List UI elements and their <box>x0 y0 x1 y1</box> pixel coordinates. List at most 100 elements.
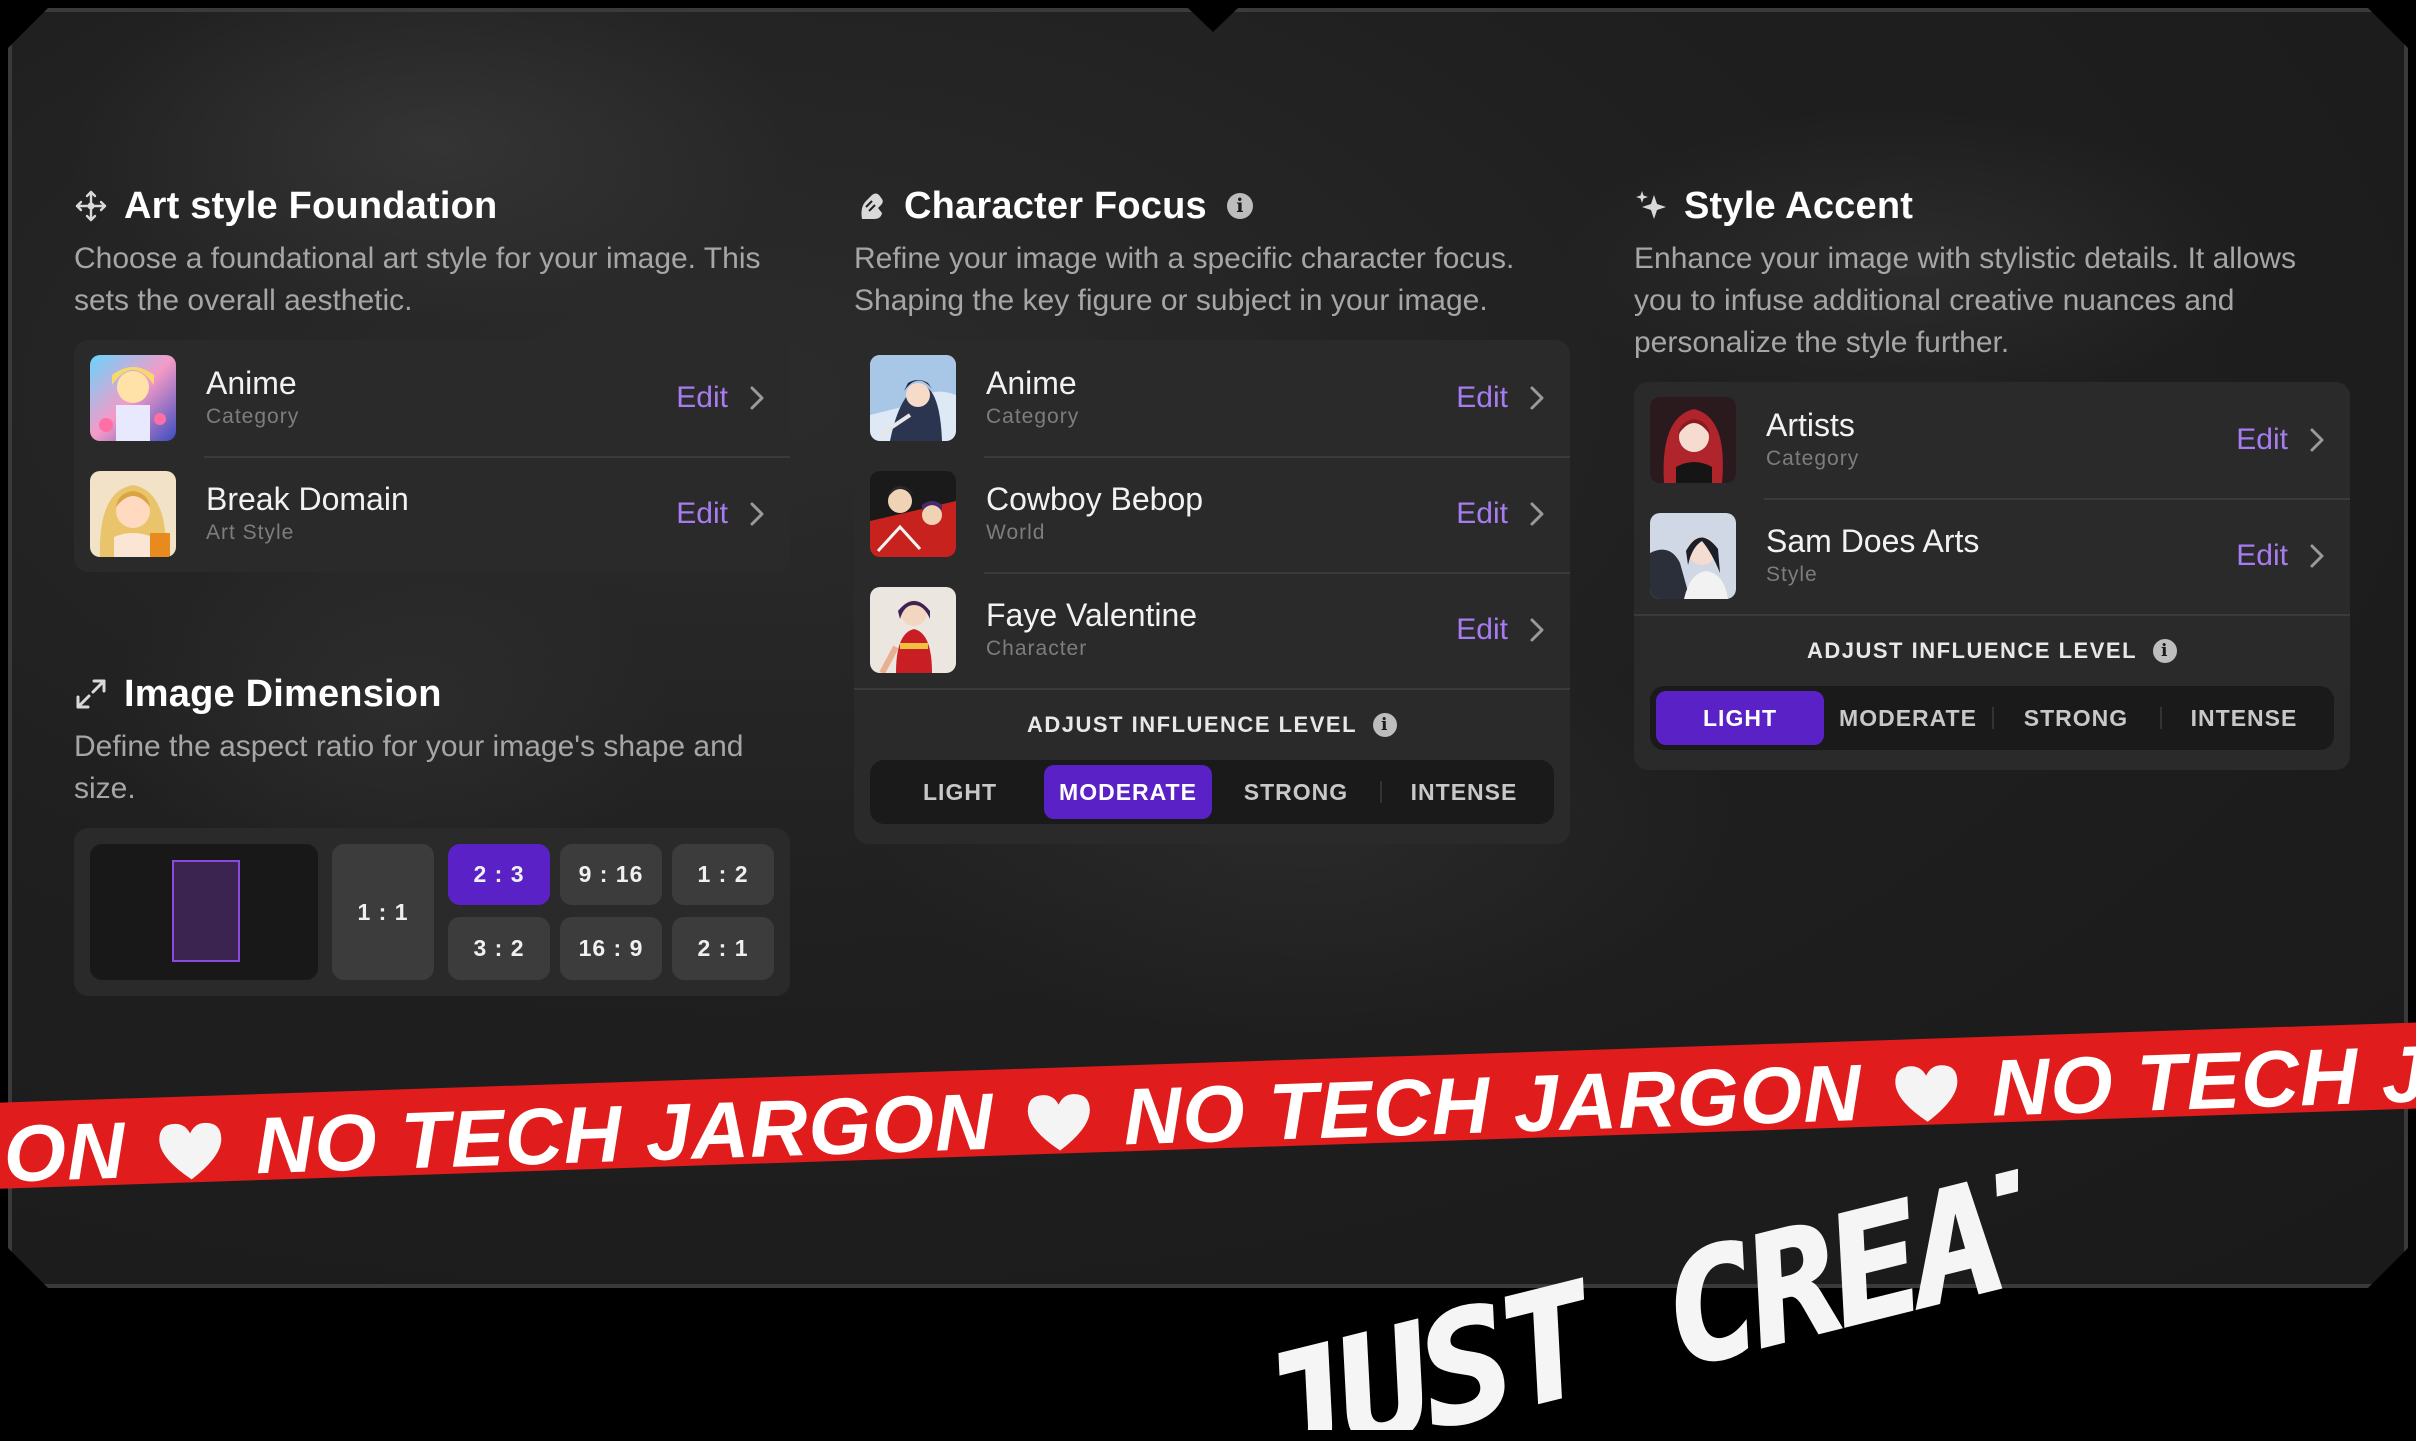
influence-label: ADJUST INFLUENCE LEVEL i <box>870 712 1554 738</box>
ratio-option[interactable]: 9 : 16 <box>560 844 662 905</box>
influence-option-moderate[interactable]: MODERATE <box>1824 691 1992 745</box>
list-item[interactable]: Artists Category Edit <box>1634 382 2350 498</box>
influence-option-light[interactable]: LIGHT <box>1656 691 1824 745</box>
heart-icon <box>154 1109 226 1180</box>
ratio-option[interactable]: 2 : 1 <box>672 917 774 980</box>
section-description: Enhance your image with stylistic detail… <box>1634 242 2296 359</box>
break-domain-thumbnail <box>90 471 176 557</box>
influence-segmented-control: LIGHT MODERATE STRONG INTENSE <box>1650 686 2334 750</box>
item-subtitle: Art Style <box>206 521 295 544</box>
ratio-option[interactable]: 16 : 9 <box>560 917 662 980</box>
art-style-header: Art style Foundation <box>74 176 790 236</box>
item-title: Anime <box>206 365 297 401</box>
chevron-right-icon[interactable] <box>1526 499 1548 529</box>
anime-thumbnail <box>870 355 956 441</box>
item-subtitle: Category <box>1766 447 1860 470</box>
influence-option-light[interactable]: LIGHT <box>876 765 1044 819</box>
influence-option-intense[interactable]: INTENSE <box>2160 691 2328 745</box>
heart-icon <box>1890 1052 1962 1122</box>
influence-option-moderate[interactable]: MODERATE <box>1044 765 1212 819</box>
character-focus-section: Character Focus i Refine your image with… <box>854 176 1570 844</box>
item-title: Artists <box>1766 407 1855 443</box>
ratio-option-selected[interactable]: 2 : 3 <box>448 844 550 905</box>
list-item[interactable]: Faye Valentine Character Edit <box>854 572 1570 688</box>
banner-segment: RGON <box>0 1105 128 1190</box>
ratio-preview-shape <box>172 860 240 962</box>
expand-diagonal-icon <box>74 677 108 711</box>
chevron-right-icon[interactable] <box>746 383 768 413</box>
item-title: Cowboy Bebop <box>986 481 1204 517</box>
ratio-option[interactable]: 1 : 1 <box>332 844 434 980</box>
influence-option-strong[interactable]: STRONG <box>1992 691 2160 745</box>
influence-label: ADJUST INFLUENCE LEVEL i <box>1650 638 2334 664</box>
item-title: Faye Valentine <box>986 597 1198 633</box>
heart-icon <box>1022 1080 1094 1151</box>
character-focus-header: Character Focus i <box>854 176 1570 236</box>
art-style-card: Anime Category Edit Break Domain Art Sty… <box>74 340 790 572</box>
just-creativity-tagline: JUST CREATIVITY <box>1234 1150 2018 1430</box>
artists-thumbnail <box>1650 397 1736 483</box>
section-title: Image Dimension <box>124 672 442 715</box>
list-item[interactable]: Anime Category Edit <box>74 340 790 456</box>
section-description: Refine your image with a specific charac… <box>854 242 1515 317</box>
info-icon[interactable]: i <box>2153 639 2178 663</box>
list-item[interactable]: Sam Does Arts Style Edit <box>1634 498 2350 614</box>
sparkle-icon <box>1634 189 1668 223</box>
section-description: Define the aspect ratio for your image's… <box>74 730 744 805</box>
section-title: Style Accent <box>1684 184 1914 227</box>
ratio-option[interactable]: 1 : 2 <box>672 844 774 905</box>
edit-link[interactable]: Edit <box>1456 613 1508 647</box>
section-title: Art style Foundation <box>124 184 498 227</box>
info-icon[interactable]: i <box>1373 713 1398 737</box>
cowboy-bebop-thumbnail <box>870 471 956 557</box>
item-subtitle: Style <box>1766 563 1818 586</box>
edit-link[interactable]: Edit <box>2236 539 2288 573</box>
sam-does-arts-thumbnail <box>1650 513 1736 599</box>
faye-valentine-thumbnail <box>870 587 956 673</box>
edit-link[interactable]: Edit <box>1456 497 1508 531</box>
influence-option-strong[interactable]: STRONG <box>1212 765 1380 819</box>
list-item[interactable]: Cowboy Bebop World Edit <box>854 456 1570 572</box>
influence-label-text: ADJUST INFLUENCE LEVEL <box>1806 638 2138 663</box>
item-subtitle: World <box>986 521 1046 544</box>
edit-link[interactable]: Edit <box>676 381 728 415</box>
edit-link[interactable]: Edit <box>2236 423 2288 457</box>
ratio-option[interactable]: 3 : 2 <box>448 917 550 980</box>
chevron-right-icon[interactable] <box>2306 541 2328 571</box>
tagline-text: JUST CREATIVITY <box>1236 1150 2018 1430</box>
art-style-section: Art style Foundation Choose a foundation… <box>74 176 790 572</box>
section-title: Character Focus <box>904 184 1207 227</box>
influence-level-control: ADJUST INFLUENCE LEVEL i LIGHT MODERATE … <box>854 688 1570 844</box>
influence-option-intense[interactable]: INTENSE <box>1380 765 1548 819</box>
chevron-right-icon[interactable] <box>746 499 768 529</box>
style-accent-card: Artists Category Edit Sam Does Arts Styl… <box>1634 382 2350 770</box>
brush-hand-icon <box>854 189 888 223</box>
item-subtitle: Character <box>986 637 1088 660</box>
anime-thumbnail <box>90 355 176 441</box>
image-dimension-header: Image Dimension <box>74 664 790 724</box>
chevron-right-icon[interactable] <box>1526 615 1548 645</box>
item-title: Break Domain <box>206 481 409 517</box>
style-accent-header: Style Accent <box>1634 176 2350 236</box>
aspect-ratio-preview <box>90 844 318 980</box>
list-item[interactable]: Anime Category Edit <box>854 340 1570 456</box>
info-icon[interactable]: i <box>1226 193 1253 219</box>
item-title: Sam Does Arts <box>1766 523 1980 559</box>
influence-label-text: ADJUST INFLUENCE LEVEL <box>1026 712 1358 737</box>
aspect-ratio-card: 1 : 1 2 : 3 9 : 16 1 : 2 3 : 2 16 : 9 2 … <box>74 828 790 996</box>
item-subtitle: Category <box>986 405 1080 428</box>
chevron-right-icon[interactable] <box>2306 425 2328 455</box>
image-dimension-section: Image Dimension Define the aspect ratio … <box>74 664 790 996</box>
influence-level-control: ADJUST INFLUENCE LEVEL i LIGHT MODERATE … <box>1634 614 2350 770</box>
move-arrows-icon <box>74 189 108 223</box>
edit-link[interactable]: Edit <box>1456 381 1508 415</box>
character-focus-card: Anime Category Edit Cowboy Bebop World E… <box>854 340 1570 844</box>
item-title: Anime <box>986 365 1077 401</box>
style-accent-section: Style Accent Enhance your image with sty… <box>1634 176 2350 770</box>
edit-link[interactable]: Edit <box>676 497 728 531</box>
influence-segmented-control: LIGHT MODERATE STRONG INTENSE <box>870 760 1554 824</box>
chevron-right-icon[interactable] <box>1526 383 1548 413</box>
list-item[interactable]: Break Domain Art Style Edit <box>74 456 790 572</box>
section-description: Choose a foundational art style for your… <box>74 242 761 317</box>
item-subtitle: Category <box>206 405 300 428</box>
